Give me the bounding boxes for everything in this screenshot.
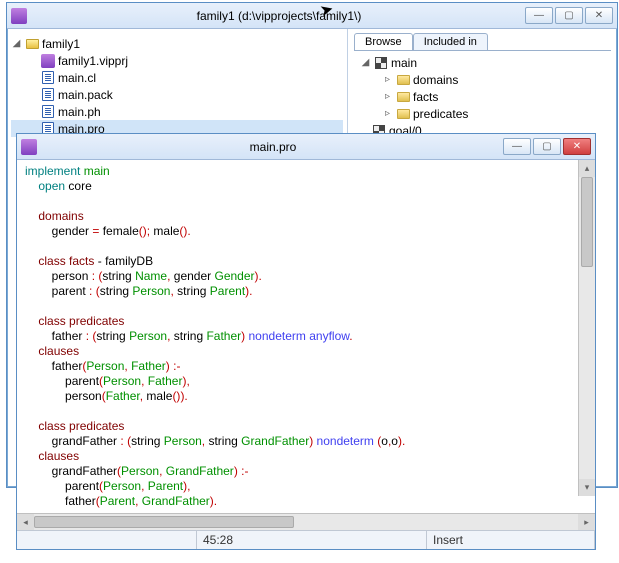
editor-titlebar[interactable]: main.pro — ▢ ✕ — [17, 134, 595, 160]
status-mode: Insert — [427, 531, 595, 549]
close-button[interactable]: ✕ — [585, 7, 613, 24]
minimize-button[interactable]: — — [525, 7, 553, 24]
scroll-down-icon[interactable]: ▾ — [579, 479, 595, 496]
minimize-button[interactable]: — — [503, 138, 531, 155]
horizontal-scrollbar[interactable]: ◂ ▸ — [17, 513, 595, 530]
tree-item-label[interactable]: family1.vipprj — [58, 54, 128, 68]
tree-item-label[interactable]: main.pack — [58, 88, 113, 102]
tab-browse[interactable]: Browse — [354, 33, 413, 50]
file-icon — [42, 71, 54, 84]
code-content[interactable]: implement main open core domains gender … — [17, 160, 595, 513]
app-icon — [11, 8, 27, 24]
expander-icon[interactable]: ◢ — [11, 38, 22, 49]
status-bar: 45:28 Insert — [17, 530, 595, 549]
main-titlebar[interactable]: family1 (d:\vipprojects\family1\) — ▢ ✕ — [7, 3, 617, 29]
tree-root-label[interactable]: family1 — [42, 37, 80, 51]
code-editor[interactable]: implement main open core domains gender … — [17, 160, 595, 513]
project-file-icon — [41, 54, 55, 68]
scroll-up-icon[interactable]: ▴ — [579, 160, 595, 177]
folder-icon — [397, 109, 410, 119]
expander-icon[interactable]: ▹ — [382, 91, 393, 102]
browse-root-label[interactable]: main — [391, 56, 417, 70]
module-icon — [375, 57, 387, 69]
folder-icon — [397, 75, 410, 85]
browse-tree[interactable]: ◢main ▹domains ▹facts ▹predicates goal/0 — [354, 50, 611, 141]
folder-icon — [26, 39, 39, 49]
vertical-scrollbar[interactable]: ▴ ▾ — [578, 160, 595, 496]
status-cell-1 — [17, 531, 197, 549]
tree-item-label[interactable]: main.ph — [58, 105, 101, 119]
browse-item-label[interactable]: facts — [413, 90, 438, 104]
expander-icon[interactable]: ◢ — [360, 57, 371, 68]
scroll-thumb[interactable] — [581, 177, 593, 267]
maximize-button[interactable]: ▢ — [555, 7, 583, 24]
main-window-title: family1 (d:\vipprojects\family1\) — [33, 9, 525, 23]
scroll-right-icon[interactable]: ▸ — [578, 514, 595, 530]
file-icon — [42, 105, 54, 118]
editor-window-title: main.pro — [43, 140, 503, 154]
browse-item-label[interactable]: domains — [413, 73, 458, 87]
file-icon — [42, 88, 54, 101]
editor-icon — [21, 139, 37, 155]
tab-included-in[interactable]: Included in — [413, 33, 488, 50]
expander-icon[interactable]: ▹ — [382, 74, 393, 85]
maximize-button[interactable]: ▢ — [533, 138, 561, 155]
browse-item-label[interactable]: predicates — [413, 107, 468, 121]
scroll-left-icon[interactable]: ◂ — [17, 514, 34, 530]
scroll-thumb[interactable] — [34, 516, 294, 528]
status-position: 45:28 — [197, 531, 427, 549]
expander-icon[interactable]: ▹ — [382, 108, 393, 119]
close-button[interactable]: ✕ — [563, 138, 591, 155]
editor-window: main.pro — ▢ ✕ implement main open core … — [16, 133, 596, 550]
tree-item-label[interactable]: main.cl — [58, 71, 96, 85]
folder-icon — [397, 92, 410, 102]
